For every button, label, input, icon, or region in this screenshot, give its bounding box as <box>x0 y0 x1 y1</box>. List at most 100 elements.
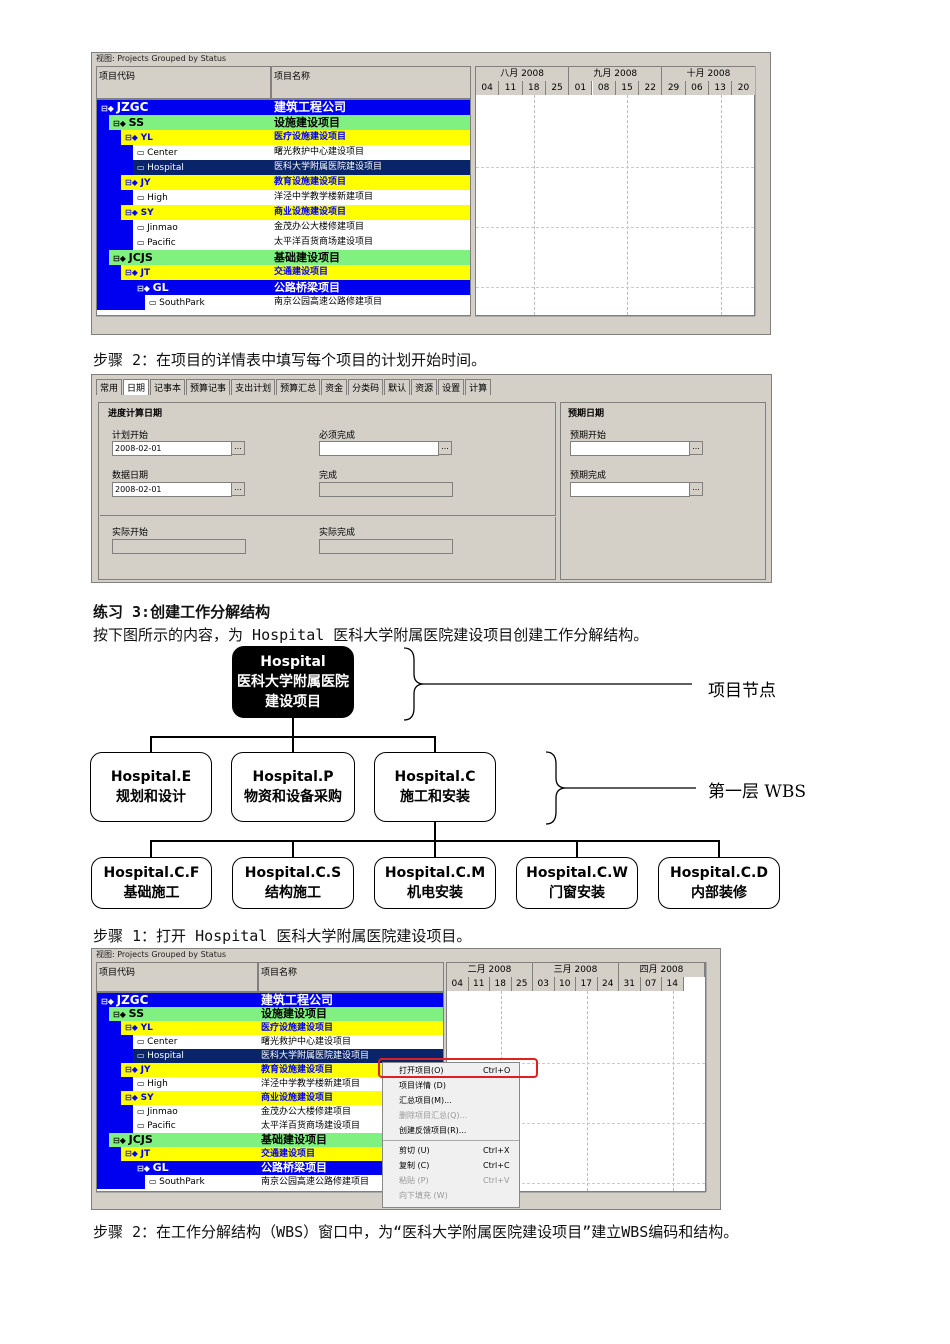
timeline-day-header: 14 <box>662 977 684 991</box>
row-name: 公路桥梁项目 <box>261 1161 327 1174</box>
table-row[interactable]: ⊟◆ SS 设施建设项目 <box>97 1007 443 1021</box>
menu-item-1[interactable]: 项目详情 (D) <box>383 1078 519 1093</box>
row-name: 金茂办公大楼修建项目 <box>274 222 365 232</box>
gantt-horizontal-scrollbar[interactable] <box>475 316 755 328</box>
timeline-day-header: 06 <box>685 81 709 95</box>
menu-item-2[interactable]: 汇总项目(M)... <box>383 1093 519 1108</box>
label-project-node: 项目节点 <box>708 681 776 701</box>
tab-8[interactable]: 默认 <box>384 379 411 395</box>
tab-0[interactable]: 常用 <box>96 379 123 395</box>
expected-section-title: 预期日期 <box>568 409 605 419</box>
timeline-day-header: 31 <box>619 977 641 991</box>
row-code: High <box>147 1079 168 1089</box>
expected-start-input[interactable] <box>570 441 690 456</box>
timeline-day-header: 20 <box>732 81 756 95</box>
menu-item-5[interactable]: 剪切 (U) Ctrl+X <box>383 1143 519 1158</box>
table-row[interactable]: ▭ Center 曙光救护中心建设项目 <box>97 1035 443 1049</box>
row-name: 基础建设项目 <box>261 1133 327 1146</box>
table-row[interactable]: ⊟◆ YL 医疗设施建设项目 <box>97 1021 443 1035</box>
table-row[interactable]: ▭ Pacific 太平洋百货商场建设项目 <box>97 235 470 250</box>
timeline-month-header: 九月 2008 <box>569 67 663 81</box>
column-header-code[interactable]: 项目代码 <box>96 66 271 99</box>
must-finish-picker-button[interactable]: ... <box>438 441 452 455</box>
wbs-node-hospital-c-s: Hospital.C.S 结构施工 <box>232 857 354 909</box>
row-code: JZGC <box>116 100 149 114</box>
tab-3[interactable]: 预算记事 <box>186 379 231 395</box>
eps-node-icon: ⊟◆ <box>113 119 129 128</box>
timeline-day-header: 13 <box>709 81 733 95</box>
table-row[interactable]: ⊟◆ JZGC 建筑工程公司 <box>97 993 443 1007</box>
menu-item-3[interactable]: 删除项目汇总(Q)... <box>383 1108 519 1123</box>
tab-4[interactable]: 支出计划 <box>231 379 276 395</box>
column-header-name[interactable]: 项目名称 <box>271 66 471 99</box>
project-folder-icon: ▭ <box>137 1037 148 1046</box>
tab-10[interactable]: 设置 <box>438 379 465 395</box>
table-row[interactable]: ⊟◆ JY 教育设施建设项目 <box>97 175 470 190</box>
timeline-day-header: 25 <box>545 81 570 95</box>
row-name: 太平洋百货商场建设项目 <box>274 237 374 247</box>
table-row[interactable]: ▭ Center 曙光救护中心建设项目 <box>97 145 470 160</box>
plan-start-picker-button[interactable]: ... <box>231 441 245 455</box>
must-finish-label: 必须完成 <box>319 431 356 441</box>
row-code: JCJS <box>128 1133 153 1146</box>
expected-finish-picker-button[interactable]: ... <box>689 482 703 496</box>
table-row[interactable]: ⊟◆ JCJS 基础建设项目 <box>97 250 470 265</box>
row-code: YL <box>140 133 153 143</box>
table-row[interactable]: ⊟◆ JZGC 建筑工程公司 <box>97 100 470 115</box>
table-row[interactable]: ⊟◆ YL 医疗设施建设项目 <box>97 130 470 145</box>
tab-9[interactable]: 资源 <box>411 379 438 395</box>
table-row[interactable]: ⊟◆ SS 设施建设项目 <box>97 115 470 130</box>
expected-start-picker-button[interactable]: ... <box>689 441 703 455</box>
row-name: 医科大学附属医院建设项目 <box>274 162 383 172</box>
project-folder-icon: ▭ <box>137 1079 148 1088</box>
column-header-code-2[interactable]: 项目代码 <box>96 962 258 992</box>
row-name: 交通建设项目 <box>274 267 329 277</box>
tab-7[interactable]: 分类码 <box>348 379 384 395</box>
row-name: 商业设施建设项目 <box>261 1093 334 1103</box>
table-row[interactable]: ▭ Hospital 医科大学附属医院建设项目 <box>97 160 470 175</box>
row-name: 公路桥梁项目 <box>274 281 340 294</box>
eps-node-icon: ⊟◆ <box>113 1136 129 1145</box>
menu-item-6[interactable]: 复制 (C) Ctrl+C <box>383 1158 519 1173</box>
eps-node-icon: ⊟◆ <box>113 254 129 263</box>
details-tabs: 常用 日期 记事本 预算记事 支出计划 预算汇总 资金 分类码 默认 资源 设置 计算 <box>96 379 492 395</box>
row-name: 医科大学附属医院建设项目 <box>261 1051 370 1061</box>
row-code: SY <box>140 1093 154 1103</box>
menu-item-7[interactable]: 粘贴 (P) Ctrl+V <box>383 1173 519 1188</box>
timeline-day-header: 15 <box>615 81 640 95</box>
project-grid: ⊟◆ JZGC 建筑工程公司 ⊟◆ SS 设施建设项目 ⊟◆ YL 医疗设施建设项目 ▭ C… <box>96 99 471 316</box>
horizontal-scrollbar[interactable] <box>96 316 471 328</box>
data-date-input[interactable]: 2008-02-01 <box>112 482 232 497</box>
tab-6[interactable]: 资金 <box>321 379 348 395</box>
row-name: 商业设施建设项目 <box>274 207 347 217</box>
timeline-month-header: 二月 2008 <box>447 963 533 977</box>
menu-separator <box>383 1140 519 1141</box>
table-row[interactable]: ▭ High 洋泾中学教学楼新建项目 <box>97 190 470 205</box>
gantt-area: 八月 2008 九月 2008 十月 2008 04 11 18 25 01 08 15 22 29 0… <box>475 66 756 316</box>
must-finish-input[interactable] <box>319 441 439 456</box>
row-code: JY <box>140 178 151 188</box>
wbs-node-hospital-c-m: Hospital.C.M 机电安装 <box>374 857 496 909</box>
tab-11[interactable]: 计算 <box>465 379 492 395</box>
tab-5[interactable]: 预算汇总 <box>276 379 321 395</box>
vertical-scrollbar-2[interactable] <box>706 962 718 1192</box>
table-row[interactable]: ⊟◆ JT 交通建设项目 <box>97 265 470 280</box>
eps-node-icon: ⊟◆ <box>125 1023 141 1032</box>
column-header-name-2[interactable]: 项目名称 <box>258 962 444 992</box>
table-row[interactable]: ▭ SouthPark 南京公园高速公路修建项目 <box>97 295 470 310</box>
table-row[interactable]: ⊟◆ SY 商业设施建设项目 <box>97 205 470 220</box>
row-name: 教育设施建设项目 <box>274 177 347 187</box>
menu-item-8[interactable]: 向下填充 (W) <box>383 1188 519 1203</box>
data-date-picker-button[interactable]: ... <box>231 482 245 496</box>
menu-item-4[interactable]: 创建反馈项目(R)... <box>383 1123 519 1138</box>
expected-finish-input[interactable] <box>570 482 690 497</box>
wbs-node-hospital-c: Hospital.C 施工和安装 <box>374 752 496 822</box>
tab-2[interactable]: 记事本 <box>150 379 186 395</box>
table-row[interactable]: ▭ Jinmao 金茂办公大楼修建项目 <box>97 220 470 235</box>
table-row[interactable]: ⊟◆ GL 公路桥梁项目 <box>97 280 470 295</box>
eps-node-icon: ⊟◆ <box>101 104 117 113</box>
vertical-scrollbar[interactable] <box>755 66 767 316</box>
eps-node-icon: ⊟◆ <box>125 1149 141 1158</box>
plan-start-input[interactable]: 2008-02-01 <box>112 441 232 456</box>
tab-1[interactable]: 日期 <box>123 379 150 395</box>
